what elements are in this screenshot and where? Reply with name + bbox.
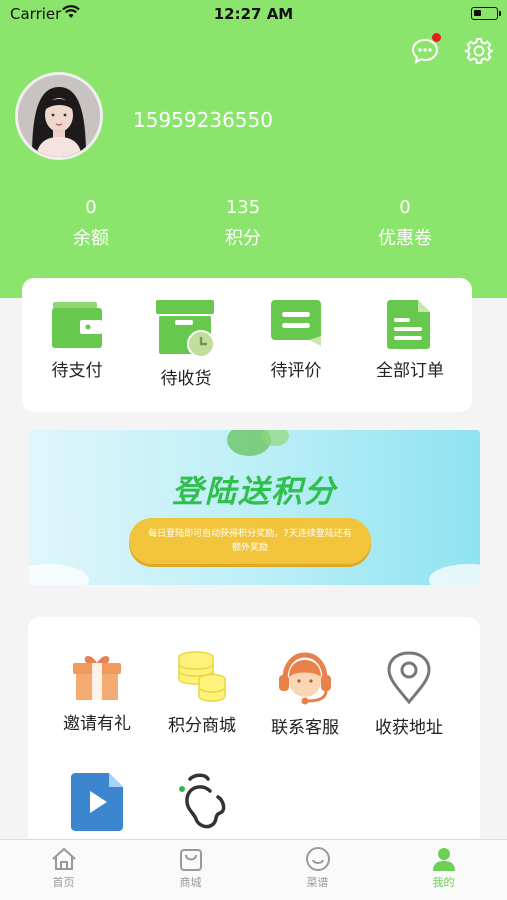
stat-value: 0 <box>399 197 411 218</box>
tab-mall[interactable]: 商城 <box>127 846 254 890</box>
stat-value: 0 <box>85 197 97 218</box>
service-points-mall[interactable]: 积分商城 <box>147 651 257 736</box>
gift-icon <box>73 656 121 700</box>
services-card: 邀请有礼 积分商城 联系客服 收获地址 <box>28 617 480 847</box>
order-label: 待评价 <box>270 361 322 381</box>
order-label: 待支付 <box>51 361 103 381</box>
video-file-icon <box>71 773 123 831</box>
banner-text: 每日登陆即可自动获得积分奖励，7天连续登陆还有额外奖励 <box>129 518 371 564</box>
service-label: 联系客服 <box>271 718 339 738</box>
notification-dot <box>432 33 441 42</box>
stat-label: 余额 <box>73 228 109 249</box>
stat-points[interactable]: 135 积分 <box>183 197 303 250</box>
tab-home[interactable]: 首页 <box>0 846 127 890</box>
battery-icon <box>471 7 501 20</box>
tab-label: 我的 <box>432 876 455 889</box>
tab-bar: 首页 商城 菜谱 我的 <box>0 839 507 900</box>
stat-label: 积分 <box>225 228 261 249</box>
service-customer-support[interactable]: 联系客服 <box>250 651 360 738</box>
service-label: 收获地址 <box>375 718 443 738</box>
smile-icon <box>305 847 330 871</box>
home-icon <box>51 847 76 870</box>
clock: 12:27 AM <box>213 5 294 23</box>
status-bar: Carrier 12:27 AM <box>0 0 507 28</box>
document-icon <box>387 300 430 349</box>
stat-balance[interactable]: 0 余额 <box>31 197 151 250</box>
comment-icon <box>271 300 321 346</box>
phone-number: 15959236550 <box>133 108 273 132</box>
headset-icon <box>279 652 331 705</box>
wallet-icon <box>52 302 102 348</box>
shopping-bag-icon <box>179 849 202 871</box>
service-invite[interactable]: 邀请有礼 <box>42 651 152 734</box>
banner-title: 登陆送积分 <box>172 474 337 510</box>
service-label: 邀请有礼 <box>63 714 131 734</box>
service-label: 积分商城 <box>168 716 236 736</box>
order-pending-delivery[interactable]: 待收货 <box>136 298 236 389</box>
login-points-banner[interactable]: 登陆送积分 每日登陆即可自动获得积分奖励，7天连续登陆还有额外奖励 <box>29 430 480 585</box>
doodle-icon <box>179 773 226 829</box>
person-icon <box>432 848 455 871</box>
box-clock-icon <box>156 300 215 358</box>
coins-icon <box>178 651 226 702</box>
tab-me[interactable]: 我的 <box>380 846 507 890</box>
service-other[interactable] <box>147 771 257 841</box>
order-all[interactable]: 全部订单 <box>360 298 460 381</box>
order-pending-payment[interactable]: 待支付 <box>27 298 127 381</box>
location-pin-icon <box>387 651 431 705</box>
order-label: 全部订单 <box>376 361 444 381</box>
tab-label: 首页 <box>52 876 75 889</box>
tab-label: 商城 <box>179 876 202 889</box>
stat-value: 135 <box>225 197 261 218</box>
avatar[interactable] <box>15 72 103 160</box>
tab-label: 菜谱 <box>306 876 329 889</box>
order-label: 待收货 <box>160 369 212 389</box>
settings-gear-icon[interactable] <box>464 36 494 66</box>
service-shipping-address[interactable]: 收获地址 <box>354 651 464 738</box>
stat-label: 优惠卷 <box>378 228 432 249</box>
orders-card: 待支付 待收货 待评价 全部订单 <box>22 278 472 412</box>
service-video[interactable] <box>42 771 152 841</box>
order-pending-review[interactable]: 待评价 <box>246 298 346 381</box>
stat-coupons[interactable]: 0 优惠卷 <box>345 197 465 250</box>
tab-recipes[interactable]: 菜谱 <box>254 846 381 890</box>
